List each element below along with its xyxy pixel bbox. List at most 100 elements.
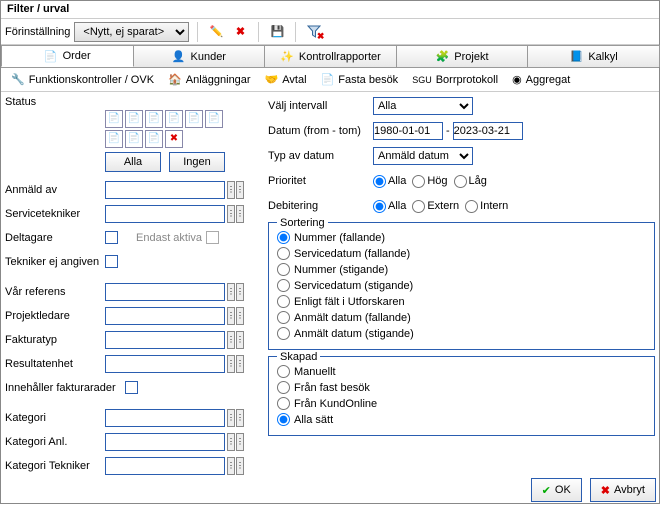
kategori-tek-input[interactable] — [105, 457, 225, 475]
status-filter-5[interactable]: 📄 — [185, 110, 203, 128]
lookup-icon[interactable]: ⋮ — [236, 457, 244, 475]
datum-tom-input[interactable] — [453, 122, 523, 140]
tab-kunder[interactable]: 👤 Kunder — [133, 45, 266, 67]
subtab-label: Funktionskontroller / OVK — [29, 74, 154, 86]
typ-av-datum-select[interactable]: Anmäld datum — [373, 147, 473, 165]
lookup-icon[interactable]: ⋮ — [227, 331, 235, 349]
innehaller-fr-label: Innehåller fakturarader — [5, 382, 125, 394]
radio-label: Intern — [480, 200, 508, 212]
radio-label: Alla — [388, 175, 406, 187]
cancel-button[interactable]: ✖ Avbryt — [590, 478, 656, 502]
radio-label: Manuellt — [294, 366, 336, 378]
close-icon: ✖ — [601, 484, 610, 497]
lookup-icon[interactable]: ⋮ — [236, 409, 244, 427]
radio-label: Servicedatum (stigande) — [294, 280, 413, 292]
status-filter-9[interactable]: 📄 — [145, 130, 163, 148]
servicetekniker-input[interactable] — [105, 205, 225, 223]
status-filter-10[interactable]: ✖ — [165, 130, 183, 148]
deltagare-checkbox[interactable] — [105, 231, 118, 244]
lookup-icon[interactable]: ⋮ — [236, 181, 244, 199]
datum-label: Datum (from - tom) — [268, 125, 373, 137]
deltagare-label: Deltagare — [5, 232, 105, 244]
kategori-input[interactable] — [105, 409, 225, 427]
endast-aktiva-label: Endast aktiva — [136, 232, 202, 244]
subtab-borrprotokoll[interactable]: SGU Borrprotokoll — [406, 72, 504, 88]
status-filter-3[interactable]: 📄 — [145, 110, 163, 128]
debitering-extern-radio[interactable] — [412, 200, 425, 213]
filter-clear-icon[interactable]: ✖ — [304, 22, 324, 42]
ok-button[interactable]: ✔ OK — [531, 478, 582, 502]
subtab-fastabesok[interactable]: 📄 Fasta besök — [315, 71, 405, 88]
sort-nummer-fallande-radio[interactable] — [277, 231, 290, 244]
lookup-icon[interactable]: ⋮ — [236, 331, 244, 349]
lookup-icon[interactable]: ⋮ — [227, 355, 235, 373]
kategori-anl-label: Kategori Anl. — [5, 436, 105, 448]
sort-servicedatum-stigande-radio[interactable] — [277, 279, 290, 292]
lookup-icon[interactable]: ⋮ — [236, 205, 244, 223]
save-icon[interactable]: 💾 — [267, 22, 287, 42]
lookup-icon[interactable]: ⋮ — [227, 409, 235, 427]
lookup-icon[interactable]: ⋮ — [227, 283, 235, 301]
subtab-anlaggningar[interactable]: 🏠 Anläggningar — [162, 71, 257, 88]
status-filter-1[interactable]: 📄 — [105, 110, 123, 128]
separator — [295, 22, 296, 42]
resultatenhet-input[interactable] — [105, 355, 225, 373]
prioritet-alla-radio[interactable] — [373, 175, 386, 188]
projektledare-label: Projektledare — [5, 310, 105, 322]
sort-nummer-stigande-radio[interactable] — [277, 263, 290, 276]
subtab-funktionskontroller[interactable]: 🔧 Funktionskontroller / OVK — [5, 71, 160, 88]
status-filter-6[interactable]: 📄 — [205, 110, 223, 128]
debitering-intern-radio[interactable] — [465, 200, 478, 213]
kategori-anl-input[interactable] — [105, 433, 225, 451]
lookup-icon[interactable]: ⋮ — [236, 355, 244, 373]
skapad-legend: Skapad — [277, 351, 320, 363]
lookup-icon[interactable]: ⋮ — [236, 283, 244, 301]
status-filter-8[interactable]: 📄 — [125, 130, 143, 148]
order-icon: 📄 — [44, 50, 58, 63]
anmald-av-input[interactable] — [105, 181, 225, 199]
lookup-icon[interactable]: ⋮ — [236, 433, 244, 451]
intervall-select[interactable]: Alla — [373, 97, 473, 115]
lookup-icon[interactable]: ⋮ — [227, 457, 235, 475]
sort-servicedatum-fallande-radio[interactable] — [277, 247, 290, 260]
preset-select[interactable]: <Nytt, ej sparat> — [74, 22, 189, 42]
projektledare-input[interactable] — [105, 307, 225, 325]
sort-anmalt-stigande-radio[interactable] — [277, 327, 290, 340]
prioritet-lag-radio[interactable] — [454, 175, 467, 188]
skapad-manuellt-radio[interactable] — [277, 365, 290, 378]
tab-projekt[interactable]: 🧩 Projekt — [396, 45, 529, 67]
tab-kontrollrapporter[interactable]: ✨ Kontrollrapporter — [264, 45, 397, 67]
skapad-kundonline-radio[interactable] — [277, 397, 290, 410]
subtab-avtal[interactable]: 🤝 Avtal — [259, 71, 313, 88]
tab-order[interactable]: 📄 Order — [1, 45, 134, 67]
innehaller-fr-checkbox[interactable] — [125, 381, 138, 394]
status-none-button[interactable]: Ingen — [169, 152, 225, 172]
radio-label: Från KundOnline — [294, 398, 377, 410]
status-filter-7[interactable]: 📄 — [105, 130, 123, 148]
sort-enligt-falt-radio[interactable] — [277, 295, 290, 308]
tekniker-ej-checkbox[interactable] — [105, 255, 118, 268]
status-filter-2[interactable]: 📄 — [125, 110, 143, 128]
debitering-alla-radio[interactable] — [373, 200, 386, 213]
sort-anmalt-fallande-radio[interactable] — [277, 311, 290, 324]
var-referens-input[interactable] — [105, 283, 225, 301]
status-filter-4[interactable]: 📄 — [165, 110, 183, 128]
fakturatyp-input[interactable] — [105, 331, 225, 349]
lookup-icon[interactable]: ⋮ — [227, 205, 235, 223]
prioritet-hog-radio[interactable] — [412, 175, 425, 188]
lookup-icon[interactable]: ⋮ — [227, 307, 235, 325]
skapad-fast-besok-radio[interactable] — [277, 381, 290, 394]
skapad-alla-satt-radio[interactable] — [277, 413, 290, 426]
datum-from-input[interactable] — [373, 122, 443, 140]
lookup-icon[interactable]: ⋮ — [236, 307, 244, 325]
tab-label: Projekt — [454, 51, 488, 63]
subtab-aggregat[interactable]: ◉ Aggregat — [506, 71, 576, 88]
delete-icon[interactable]: ✖ — [230, 22, 250, 42]
tab-kalkyl[interactable]: 📘 Kalkyl — [527, 45, 660, 67]
status-all-button[interactable]: Alla — [105, 152, 161, 172]
radio-label: Från fast besök — [294, 382, 370, 394]
lookup-icon[interactable]: ⋮ — [227, 433, 235, 451]
edit-icon[interactable]: ✏️ — [206, 22, 226, 42]
lookup-icon[interactable]: ⋮ — [227, 181, 235, 199]
endast-aktiva-checkbox[interactable] — [206, 231, 219, 244]
